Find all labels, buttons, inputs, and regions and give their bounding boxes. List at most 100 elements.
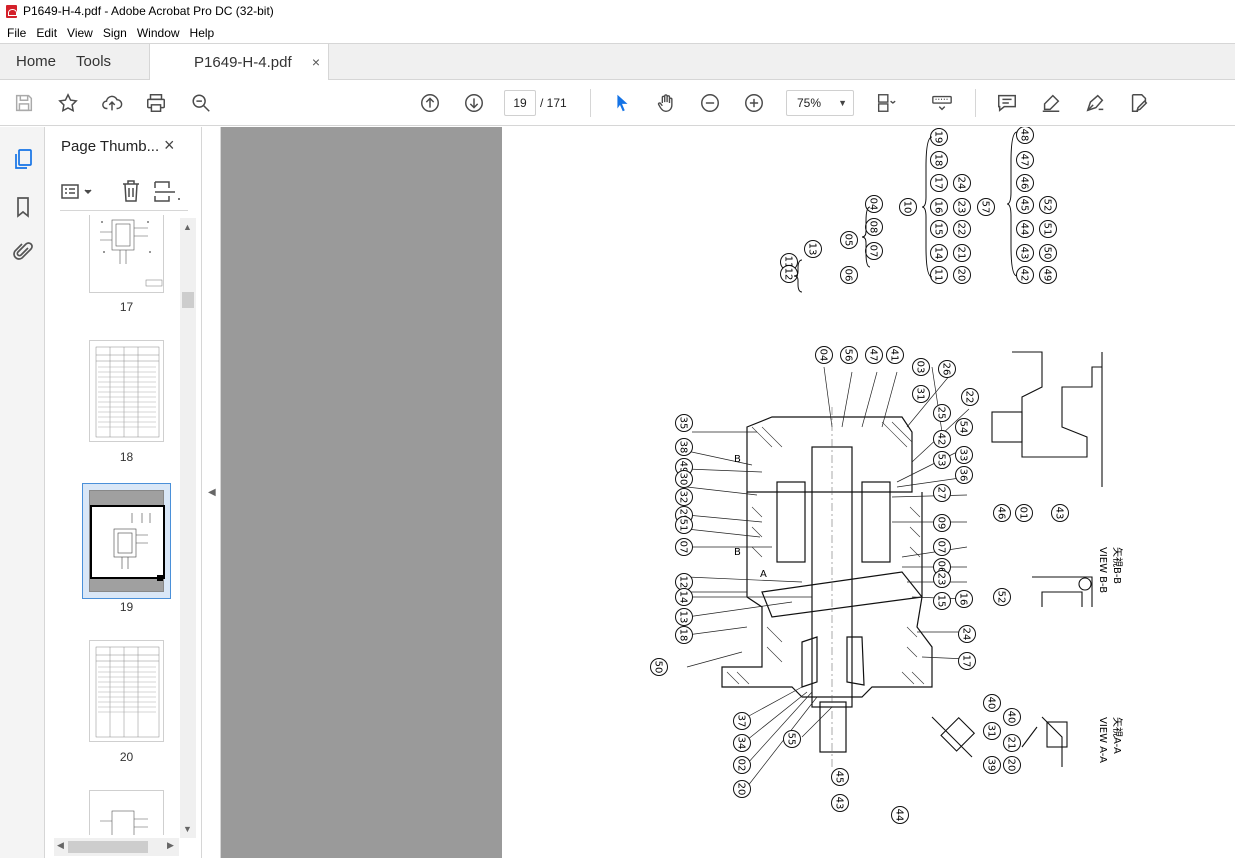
find-zoom-icon[interactable]	[189, 91, 213, 115]
tab-bar: Home Tools P1649-H-4.pdf ×	[0, 43, 1235, 80]
page-total: / 171	[540, 96, 567, 110]
callout-main-label-49: 31	[986, 725, 997, 738]
callout-main-label-10: 42	[936, 433, 947, 446]
callout-top-label-25: 45	[1019, 199, 1030, 212]
highlight-pen-icon[interactable]	[1039, 91, 1063, 115]
callout-top-label-27: 47	[1019, 154, 1030, 167]
thumbnail-page-18[interactable]	[89, 340, 164, 442]
callout-main-label-35: 17	[961, 655, 972, 668]
thumbnails-horizontal-scrollbar[interactable]: ◀ ▶	[54, 838, 179, 856]
comment-icon[interactable]	[995, 91, 1019, 115]
thumbnail-label-18: 18	[119, 450, 134, 464]
menu-edit[interactable]: Edit	[31, 26, 62, 40]
sign-pen-icon[interactable]	[1083, 91, 1107, 115]
tab-document[interactable]: P1649-H-4.pdf ×	[149, 44, 330, 80]
menu-sign[interactable]: Sign	[98, 26, 132, 40]
upload-cloud-icon[interactable]	[100, 91, 124, 115]
keyboard-icon[interactable]	[930, 91, 954, 115]
scroll-left-icon[interactable]: ◀	[57, 840, 64, 851]
toolbar-divider-2	[975, 89, 976, 117]
callout-top-label-1: 12	[783, 268, 794, 281]
callout-top-label-13: 17	[933, 177, 944, 190]
collapse-panel-icon[interactable]: ◀	[208, 487, 216, 498]
thumbnail-label-17: 17	[119, 300, 134, 314]
callout-main-label-18: 32	[678, 491, 689, 504]
detail-view-a	[931, 716, 1068, 767]
callout-main-label-6: 26	[941, 363, 952, 376]
callout-main-label-20: 51	[678, 519, 689, 532]
callout-top-label-21: 57	[980, 201, 991, 214]
callout-main-label-41: 52	[996, 591, 1007, 604]
chevron-down-icon: ▼	[838, 98, 847, 108]
panel-splitter[interactable]: ◀	[202, 127, 221, 858]
menu-window[interactable]: Window	[132, 26, 185, 40]
page-thumbnails-icon[interactable]	[11, 147, 35, 171]
panel-toolbar	[60, 175, 188, 211]
title-bar: P1649-H-4.pdf - Adobe Acrobat Pro DC (32…	[0, 0, 1235, 22]
pdf-page: 11 12 13 05 06 07 08 04 10 11 14 15 16 17 18 19 20 21 22 23…	[502, 127, 1235, 858]
thumbnails-vertical-scrollbar[interactable]: ▲ ▼	[180, 218, 196, 838]
tab-home[interactable]: Home	[0, 44, 72, 79]
callout-top-label-24: 44	[1019, 223, 1030, 236]
thumbnail-page-21[interactable]	[89, 790, 164, 835]
scroll-up-icon[interactable]: ▲	[183, 222, 192, 232]
scroll-down-icon[interactable]: ▼	[183, 824, 192, 834]
menu-view[interactable]: View	[62, 26, 98, 40]
callout-top-label-28: 48	[1019, 129, 1030, 142]
scrollbar-thumb[interactable]	[182, 292, 194, 308]
tab-document-label: P1649-H-4.pdf	[194, 53, 292, 71]
callout-top-label-31: 51	[1042, 223, 1053, 236]
menu-bar: File Edit View Sign Window Help	[0, 22, 1235, 43]
document-view[interactable]: 11 12 13 05 06 07 08 04 10 11 14 15 16 17 18 19 20 21 22 23…	[221, 127, 1235, 858]
menu-help[interactable]: Help	[185, 26, 220, 40]
callout-main-label-9: 54	[958, 421, 969, 434]
callout-top-label-12: 16	[933, 201, 944, 214]
callout-top-label-18: 22	[956, 223, 967, 236]
callout-main-label-47: 44	[894, 809, 905, 822]
previous-page-icon[interactable]	[418, 91, 442, 115]
thumbnail-page-19[interactable]	[89, 490, 165, 592]
print-icon[interactable]	[144, 91, 168, 115]
tab-close-icon[interactable]: ×	[312, 54, 320, 70]
callout-main-label-29: 07	[936, 541, 947, 554]
callout-main-label-43: 43	[1054, 507, 1065, 520]
callout-main-label-3: 41	[889, 349, 900, 362]
attachments-icon[interactable]	[11, 240, 35, 264]
zoom-in-icon[interactable]	[742, 91, 766, 115]
viewport-frame	[90, 505, 165, 579]
select-cursor-icon[interactable]	[610, 91, 634, 115]
callout-main-label-14: 35	[678, 417, 689, 430]
thumbnail-page-20[interactable]	[89, 640, 164, 742]
menu-file[interactable]: File	[2, 26, 31, 40]
thumbnail-page-17[interactable]	[89, 215, 164, 293]
zoom-select[interactable]: 75% ▼	[786, 90, 854, 116]
bookmark-star-icon[interactable]	[56, 91, 80, 115]
pdf-app-icon	[6, 4, 17, 18]
technical-drawing: 1112130506070804 101114151617181920212223…	[650, 127, 1124, 824]
view-a-jp: 矢視A-A	[1111, 717, 1124, 754]
insert-pages-icon[interactable]	[152, 179, 182, 203]
page-layout-icon[interactable]	[874, 91, 898, 115]
callout-top-label-10: 14	[933, 247, 944, 260]
callout-top-label-22: 42	[1019, 269, 1030, 282]
callout-main-label-44: 46	[996, 507, 1007, 520]
bookmarks-icon[interactable]	[11, 195, 35, 219]
tab-tools[interactable]: Tools	[72, 44, 127, 79]
options-menu-icon[interactable]	[60, 181, 96, 203]
edit-document-icon[interactable]	[1127, 91, 1151, 115]
hscrollbar-thumb[interactable]	[68, 841, 148, 853]
save-icon[interactable]	[12, 91, 36, 115]
view-b-en: VIEW B-B	[1097, 547, 1108, 593]
section-hatching	[726, 421, 925, 685]
delete-icon[interactable]	[120, 179, 142, 203]
close-icon[interactable]: ×	[164, 135, 175, 156]
resize-handle[interactable]	[157, 575, 163, 581]
callout-main-label-12: 33	[958, 449, 969, 462]
callout-main-label-53: 20	[1006, 759, 1017, 772]
next-page-icon[interactable]	[462, 91, 486, 115]
page-number-input[interactable]: 19	[504, 90, 536, 116]
hand-tool-icon[interactable]	[654, 91, 678, 115]
scroll-right-icon[interactable]: ▶	[167, 840, 174, 851]
zoom-out-icon[interactable]	[698, 91, 722, 115]
callout-main-label-11: 53	[936, 454, 947, 467]
